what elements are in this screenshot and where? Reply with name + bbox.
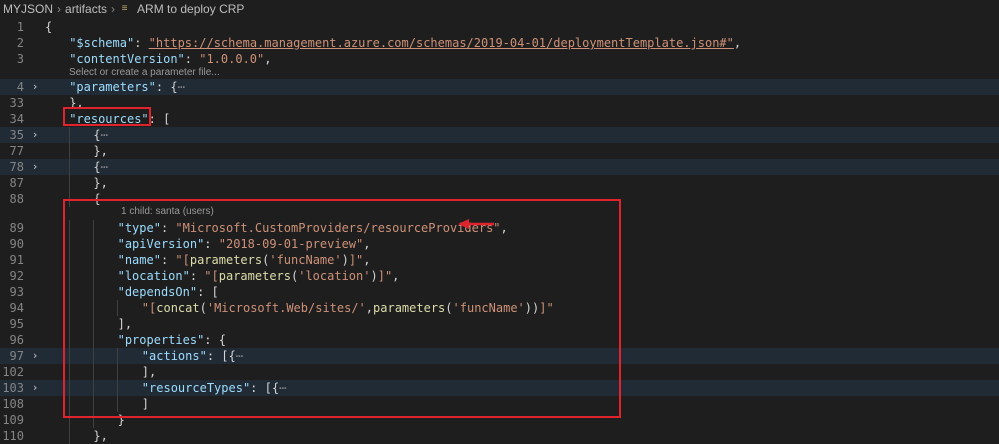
line-number: 110 (2, 429, 24, 443)
resource-block-highlight-box (63, 199, 621, 418)
line-number: 88 (9, 192, 24, 206)
code-text: {⋯ (93, 160, 108, 174)
breadcrumb-item-artifacts[interactable]: artifacts (65, 2, 107, 16)
line-number: 77 (9, 144, 24, 158)
codelens-parameter-file[interactable]: Select or create a parameter file... (69, 66, 220, 80)
line-number: 103 (2, 381, 24, 395)
code-line[interactable]: 87}, (0, 175, 999, 191)
line-number: 96 (9, 333, 24, 347)
indent-guide (69, 143, 71, 159)
code-line[interactable]: 1{ (0, 19, 999, 35)
code-text: "parameters": {⋯ (69, 80, 185, 94)
chevron-right-icon: › (57, 1, 62, 16)
line-number: 109 (2, 413, 24, 427)
line-number: 108 (2, 397, 24, 411)
code-text: {⋯ (93, 128, 108, 142)
line-number: 78 (9, 160, 24, 174)
line-number: 91 (9, 253, 24, 267)
fold-chevron-icon[interactable]: › (29, 348, 41, 364)
fold-chevron-icon[interactable]: › (29, 159, 41, 175)
line-number: 92 (9, 269, 24, 283)
line-number: 35 (9, 128, 24, 142)
line-number: 95 (9, 317, 24, 331)
json-file-icon: ≡ (121, 3, 128, 14)
line-number: 94 (9, 301, 24, 315)
code-line[interactable]: 4 › "parameters": {⋯ (0, 79, 999, 95)
fold-chevron-icon[interactable]: › (29, 380, 41, 396)
code-text: }, (93, 176, 108, 190)
indent-guide (69, 428, 71, 444)
line-number: 3 (16, 52, 24, 66)
indent-guide (69, 175, 71, 191)
line-number: 1 (16, 20, 24, 34)
indent-guide (69, 159, 71, 175)
fold-chevron-icon[interactable]: › (29, 127, 41, 143)
line-number: 34 (9, 112, 24, 126)
arrow-left-icon (458, 219, 494, 229)
code-line[interactable]: 78 › {⋯ (0, 159, 999, 175)
code-line[interactable]: 3 "contentVersion": "1.0.0.0", (0, 51, 999, 67)
breadcrumb: MYJSON › artifacts › ≡ ARM to deploy CRP (0, 0, 999, 17)
indent-guide (69, 127, 71, 143)
code-line[interactable]: 35 › {⋯ (0, 127, 999, 143)
line-number: 2 (16, 36, 24, 50)
code-text: }, (93, 429, 108, 443)
code-text: "$schema": "https://schema.management.az… (69, 36, 742, 50)
chevron-right-icon: › (111, 1, 116, 16)
line-number: 93 (9, 285, 24, 299)
resources-highlight-box (63, 107, 151, 126)
code-text: "contentVersion": "1.0.0.0", (69, 52, 272, 66)
line-number: 33 (9, 96, 24, 110)
breadcrumb-item-file[interactable]: ARM to deploy CRP (137, 2, 244, 16)
line-number: 102 (2, 365, 24, 379)
fold-chevron-icon[interactable]: › (29, 79, 41, 95)
line-number: 97 (9, 349, 24, 363)
line-number: 90 (9, 237, 24, 251)
code-text: }, (93, 144, 108, 158)
code-text: { (45, 20, 53, 34)
code-line[interactable]: 2 "$schema": "https://schema.management.a… (0, 35, 999, 51)
breadcrumb-item-myjson[interactable]: MYJSON (3, 2, 53, 16)
code-line[interactable]: 77}, (0, 143, 999, 159)
code-line[interactable]: 110}, (0, 428, 999, 444)
line-number: 87 (9, 176, 24, 190)
line-number: 89 (9, 221, 24, 235)
line-number: 4 (16, 80, 24, 94)
